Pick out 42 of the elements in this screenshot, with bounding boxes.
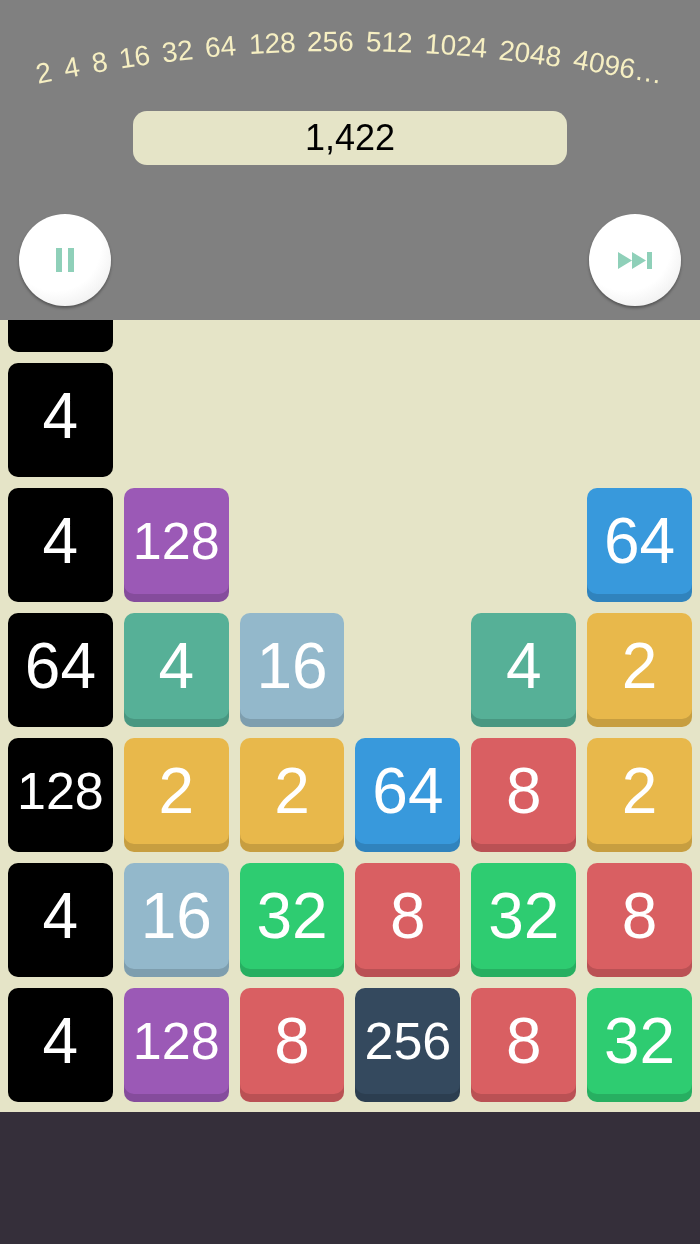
sequence-number: 128 — [247, 28, 296, 59]
sequence-number: 32 — [160, 36, 195, 68]
number-tile: 128 — [8, 738, 113, 852]
number-tile: 4 — [123, 613, 229, 727]
number-tile: 8 — [471, 988, 577, 1102]
number-tile: 32 — [239, 863, 345, 977]
number-tile: 128 — [123, 488, 229, 602]
number-tile: 128 — [123, 988, 229, 1102]
number-tile: 8 — [239, 988, 345, 1102]
number-tile: 8 — [355, 863, 461, 977]
number-tile: 2 — [239, 738, 345, 852]
number-tile: 16 — [123, 863, 229, 977]
sequence-number: 1024 — [423, 30, 488, 63]
number-tile: 4 — [8, 363, 113, 477]
number-tile: 2 — [123, 738, 229, 852]
number-tile: 4 — [471, 613, 577, 727]
number-tile: 4 — [8, 988, 113, 1102]
sequence-number: 64 — [204, 32, 238, 63]
number-tile: 4 — [8, 488, 113, 602]
number-tile: 2 — [587, 738, 692, 852]
pause-icon — [56, 248, 74, 272]
number-tile: 256 — [355, 988, 461, 1102]
sequence-number: 4 — [61, 52, 82, 84]
sequence-number: 8 — [89, 47, 110, 78]
number-tile: 32 — [471, 863, 577, 977]
number-tile: 8 — [471, 738, 577, 852]
number-tile: 64 — [587, 488, 692, 602]
number-tile: 64 — [8, 613, 113, 727]
sequence-number: 512 — [365, 28, 414, 58]
number-tile: 2 — [587, 613, 692, 727]
sequence-number: 2 — [33, 58, 55, 89]
number-tile: 4 — [8, 863, 113, 977]
sequence-number: 256 — [307, 27, 355, 57]
number-tile: 8 — [587, 863, 692, 977]
number-tile: 64 — [355, 738, 461, 852]
number-tile: 32 — [587, 988, 692, 1102]
sequence-number: 4096… — [571, 45, 666, 89]
number-tile: 16 — [239, 613, 345, 727]
sequence-number: 2048 — [497, 36, 563, 72]
sequence-number: 16 — [117, 41, 153, 74]
skip-forward-icon — [618, 251, 652, 269]
score-display: 1,422 — [133, 111, 567, 165]
